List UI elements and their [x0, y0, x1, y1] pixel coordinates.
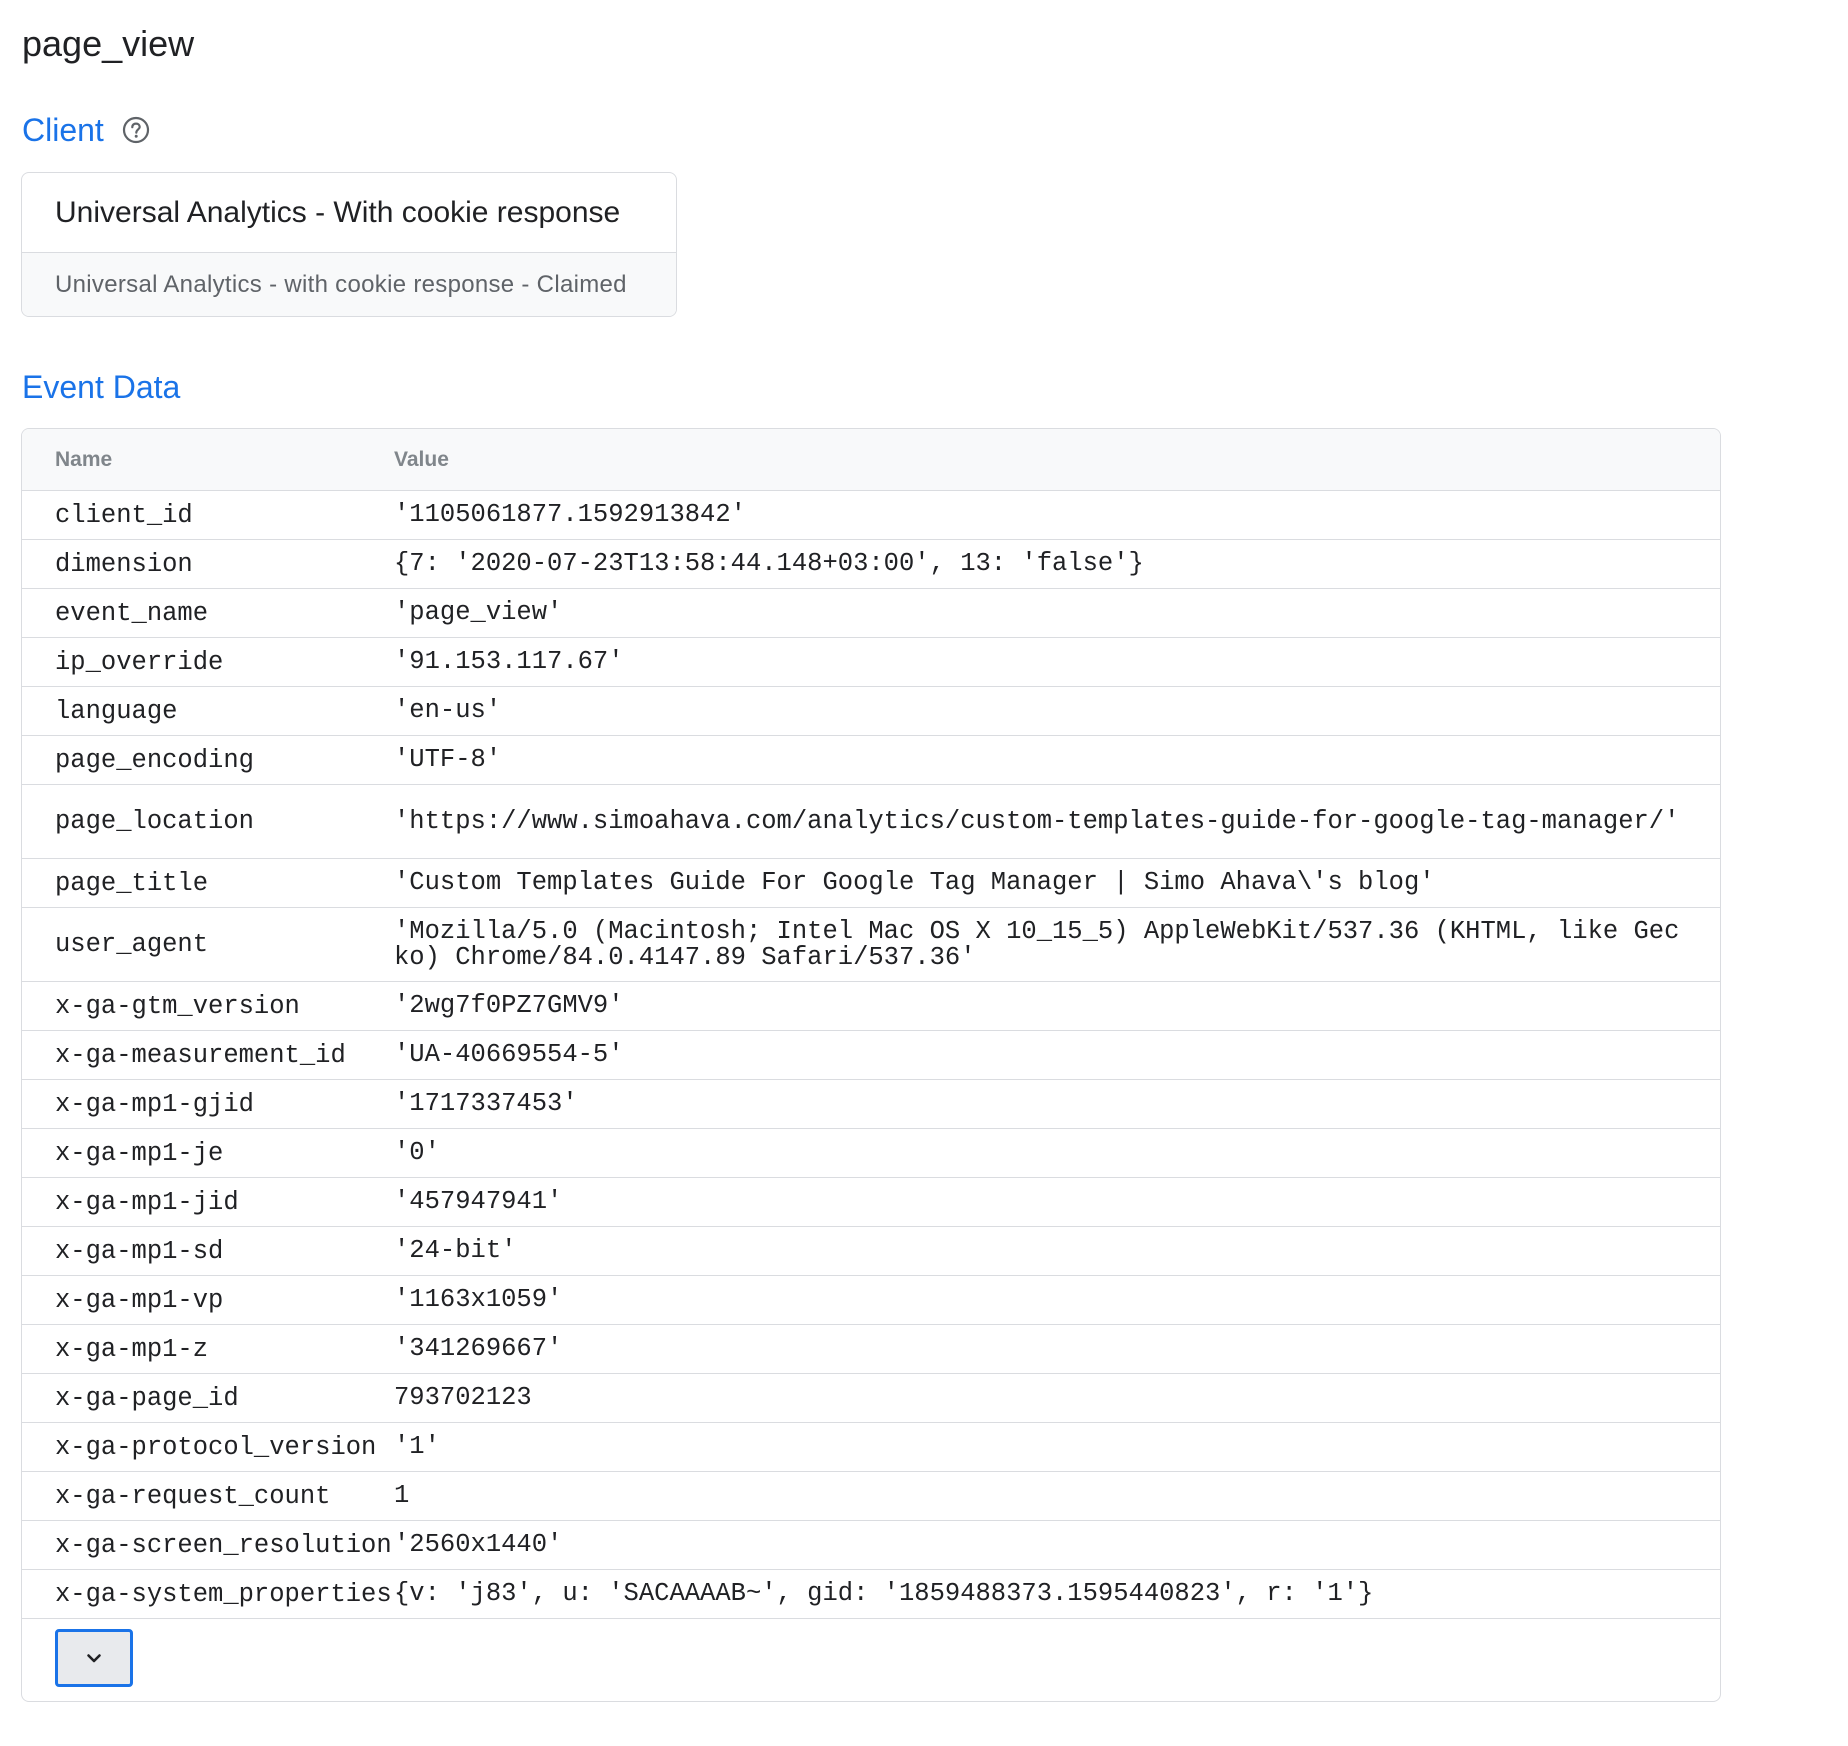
row-name: x-ga-gtm_version: [55, 991, 300, 1021]
table-row: page_title 'Custom Templates Guide For G…: [22, 859, 1720, 908]
row-value: '1105061877.1592913842': [394, 500, 746, 529]
table-row: x-ga-mp1-z '341269667': [22, 1325, 1720, 1374]
row-name: page_encoding: [55, 745, 254, 775]
row-name: x-ga-mp1-z: [55, 1334, 209, 1364]
row-name: x-ga-mp1-sd: [55, 1236, 224, 1266]
table-row: page_encoding 'UTF-8': [22, 736, 1720, 785]
table-row: client_id '1105061877.1592913842': [22, 491, 1720, 540]
table-row: x-ga-request_count 1: [22, 1472, 1720, 1521]
column-header-value: Value: [394, 447, 449, 471]
row-name: client_id: [55, 500, 193, 530]
table-row: x-ga-protocol_version '1': [22, 1423, 1720, 1472]
table-row: x-ga-gtm_version '2wg7f0PZ7GMV9': [22, 982, 1720, 1031]
row-value: {v: 'j83', u: 'SACAAAAB~', gid: '1859488…: [394, 1579, 1374, 1608]
row-name: x-ga-mp1-gjid: [55, 1089, 254, 1119]
table-row: x-ga-mp1-je '0': [22, 1129, 1720, 1178]
table-row: x-ga-screen_resolution '2560x1440': [22, 1521, 1720, 1570]
table-header: Name Value: [22, 429, 1720, 491]
table-row: event_name 'page_view': [22, 589, 1720, 638]
row-value: '1163x1059': [394, 1285, 563, 1314]
row-name: ip_override: [55, 647, 224, 677]
help-circle-icon[interactable]: [122, 116, 150, 144]
table-row: x-ga-mp1-gjid '1717337453': [22, 1080, 1720, 1129]
table-row: ip_override '91.153.117.67': [22, 638, 1720, 687]
row-value: 1: [394, 1481, 410, 1510]
row-value: '2wg7f0PZ7GMV9': [394, 991, 624, 1020]
row-value: '1717337453': [394, 1089, 578, 1118]
row-name: x-ga-system_properties: [55, 1579, 392, 1609]
client-heading-label: Client: [22, 112, 104, 148]
row-value: '24-bit': [394, 1236, 517, 1265]
row-value: 'https://www.simoahava.com/analytics/cus…: [394, 806, 1680, 836]
table-row: x-ga-mp1-sd '24-bit': [22, 1227, 1720, 1276]
client-card-title: Universal Analytics - With cookie respon…: [22, 173, 676, 253]
table-row: language 'en-us': [22, 687, 1720, 736]
row-name: x-ga-protocol_version: [55, 1432, 377, 1462]
row-value: {7: '2020-07-23T13:58:44.148+03:00', 13:…: [394, 549, 1144, 578]
expand-rows-button[interactable]: [55, 1629, 133, 1687]
row-name: page_location: [55, 807, 254, 836]
table-row: x-ga-mp1-jid '457947941': [22, 1178, 1720, 1227]
row-value: 'Custom Templates Guide For Google Tag M…: [394, 868, 1435, 897]
row-value: '341269667': [394, 1334, 563, 1363]
row-name: x-ga-page_id: [55, 1383, 239, 1413]
event-data-heading-label: Event Data: [22, 369, 181, 405]
row-name: x-ga-request_count: [55, 1481, 331, 1511]
row-value: 'en-us': [394, 696, 502, 725]
table-row: x-ga-mp1-vp '1163x1059': [22, 1276, 1720, 1325]
row-name: x-ga-mp1-vp: [55, 1285, 224, 1315]
row-value: '1': [394, 1432, 440, 1461]
row-name: dimension: [55, 549, 193, 579]
row-value: 'UTF-8': [394, 745, 502, 774]
row-value: '0': [394, 1138, 440, 1167]
table-footer: [22, 1619, 1720, 1701]
row-name: event_name: [55, 598, 209, 628]
row-name: language: [55, 696, 178, 726]
table-row: x-ga-page_id 793702123: [22, 1374, 1720, 1423]
chevron-down-icon: [87, 1654, 101, 1663]
row-name: x-ga-screen_resolution: [55, 1530, 392, 1560]
column-header-name: Name: [55, 447, 113, 471]
table-row: x-ga-system_properties {v: 'j83', u: 'SA…: [22, 1570, 1720, 1619]
row-name: x-ga-mp1-jid: [55, 1187, 239, 1217]
client-section-heading: Client: [22, 110, 150, 150]
table-row: x-ga-measurement_id 'UA-40669554-5': [22, 1031, 1720, 1080]
event-data-heading: Event Data: [22, 367, 180, 407]
table-row: dimension {7: '2020-07-23T13:58:44.148+0…: [22, 540, 1720, 589]
row-value: 'UA-40669554-5': [394, 1040, 624, 1069]
table-row: page_location 'https://www.simoahava.com…: [22, 785, 1720, 859]
client-card-subtitle: Universal Analytics - with cookie respon…: [22, 253, 676, 316]
page-title: page_view: [22, 23, 195, 64]
row-name: x-ga-mp1-je: [55, 1138, 224, 1168]
row-value: 793702123: [394, 1383, 532, 1412]
row-value: '2560x1440': [394, 1530, 563, 1559]
row-name: x-ga-measurement_id: [55, 1040, 346, 1070]
row-value: 'Mozilla/5.0 (Macintosh; Intel Mac OS X …: [394, 916, 1680, 972]
client-card[interactable]: Universal Analytics - With cookie respon…: [21, 172, 677, 317]
table-row: user_agent 'Mozilla/5.0 (Macintosh; Inte…: [22, 908, 1720, 982]
row-name: user_agent: [55, 930, 209, 959]
row-name: page_title: [55, 868, 209, 898]
event-data-table: Name Value client_id '1105061877.1592913…: [21, 428, 1721, 1702]
row-value: '91.153.117.67': [394, 647, 624, 676]
row-value: 'page_view': [394, 598, 563, 627]
row-value: '457947941': [394, 1187, 563, 1216]
